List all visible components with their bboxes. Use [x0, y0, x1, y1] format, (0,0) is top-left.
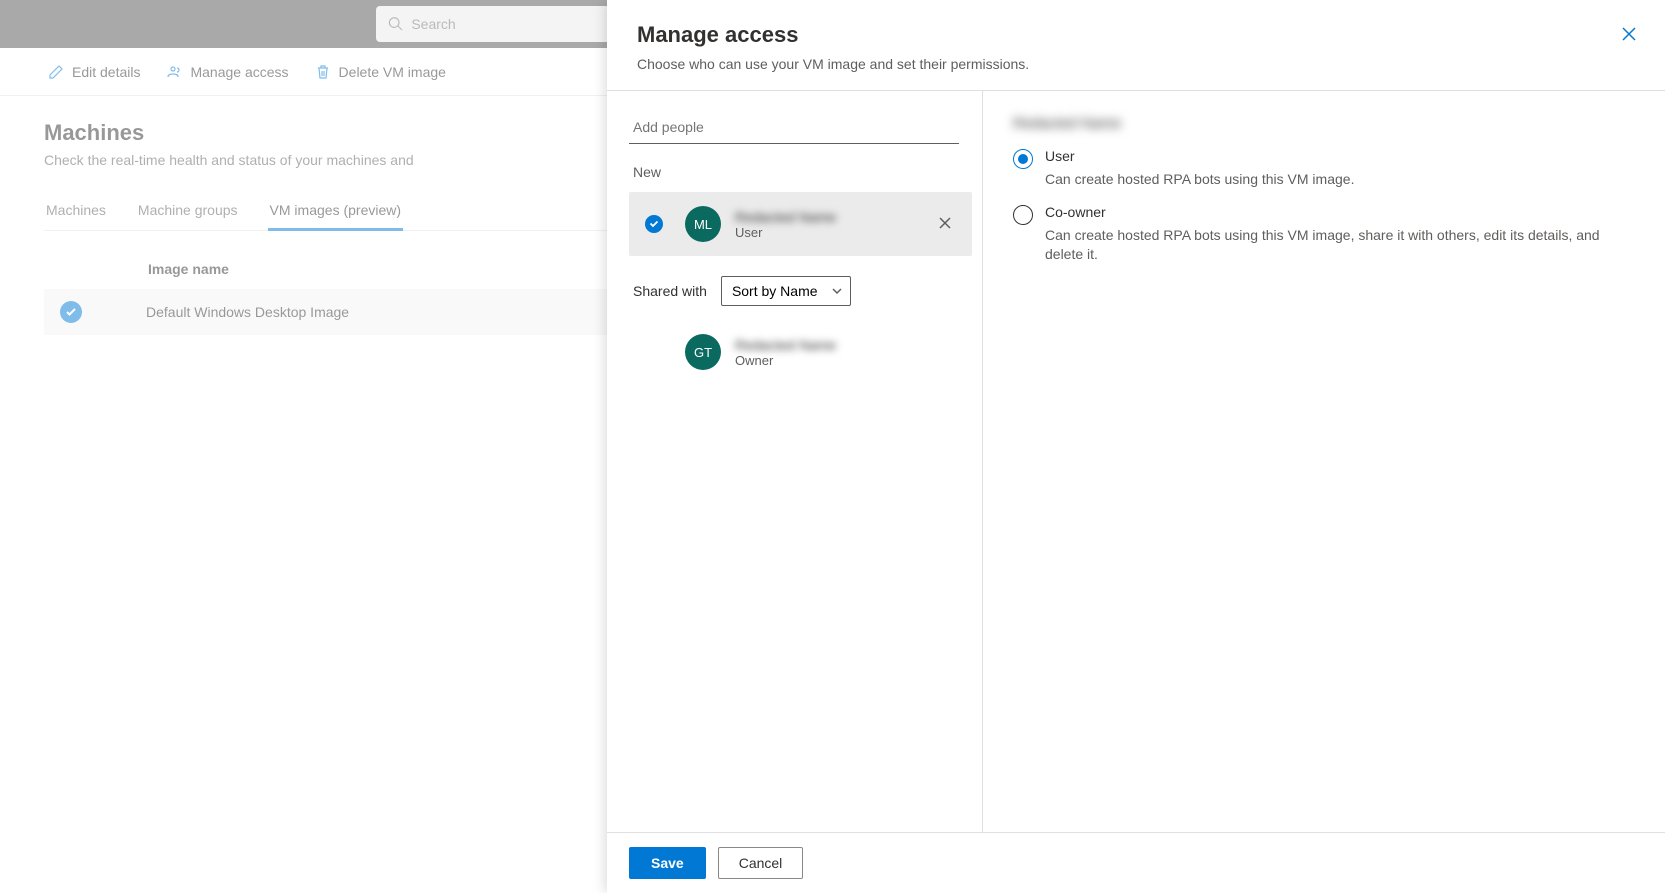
- save-button[interactable]: Save: [629, 847, 706, 879]
- avatar: ML: [685, 206, 721, 242]
- permission-description: Can create hosted RPA bots using this VM…: [1045, 170, 1635, 190]
- permission-option-coowner[interactable]: Co-owner Can create hosted RPA bots usin…: [1013, 204, 1635, 265]
- delete-vm-image-button[interactable]: Delete VM image: [311, 58, 450, 86]
- close-icon: [938, 216, 952, 230]
- permission-label: Co-owner: [1045, 204, 1635, 220]
- panel-header: Manage access Choose who can use your VM…: [607, 0, 1665, 91]
- people-icon: [166, 64, 182, 80]
- row-check-icon[interactable]: [60, 301, 82, 323]
- panel-subtitle: Choose who can use your VM image and set…: [637, 56, 1635, 72]
- new-section-label: New: [629, 164, 972, 180]
- add-people-input[interactable]: [629, 111, 959, 144]
- close-icon: [1621, 26, 1637, 42]
- panel-title: Manage access: [637, 22, 1635, 48]
- remove-person-button[interactable]: [934, 212, 956, 237]
- manage-access-button[interactable]: Manage access: [162, 58, 292, 86]
- manage-access-panel: Manage access Choose who can use your VM…: [607, 0, 1665, 893]
- permission-label: User: [1045, 148, 1635, 164]
- permission-description: Can create hosted RPA bots using this VM…: [1045, 226, 1635, 265]
- edit-details-label: Edit details: [72, 64, 140, 80]
- person-name: Redacted Name: [735, 209, 934, 225]
- trash-icon: [315, 64, 331, 80]
- shared-person-row[interactable]: GT Redacted Name Owner: [629, 320, 972, 384]
- radio-user[interactable]: [1013, 149, 1033, 169]
- new-person-row[interactable]: ML Redacted Name User: [629, 192, 972, 256]
- person-role: Owner: [735, 353, 956, 368]
- shared-with-label: Shared with: [633, 283, 707, 299]
- tab-vm-images[interactable]: VM images (preview): [268, 192, 403, 231]
- person-role: User: [735, 225, 934, 240]
- tab-machine-groups[interactable]: Machine groups: [136, 192, 240, 231]
- permission-option-user[interactable]: User Can create hosted RPA bots using th…: [1013, 148, 1635, 190]
- sort-by-select[interactable]: Sort by Name: [721, 276, 851, 306]
- panel-right: Redacted Name User Can create hosted RPA…: [983, 91, 1665, 832]
- person-name: Redacted Name: [735, 337, 956, 353]
- person-info: Redacted Name User: [735, 209, 934, 240]
- shared-with-row: Shared with Sort by Name: [633, 276, 972, 306]
- radio-coowner[interactable]: [1013, 205, 1033, 225]
- manage-access-label: Manage access: [190, 64, 288, 80]
- panel-body: New ML Redacted Name User Shared with: [607, 91, 1665, 832]
- panel-footer: Save Cancel: [607, 832, 1665, 893]
- selected-person-name: Redacted Name: [1013, 115, 1635, 132]
- delete-vm-image-label: Delete VM image: [339, 64, 446, 80]
- person-info: Redacted Name Owner: [735, 337, 956, 368]
- pencil-icon: [48, 64, 64, 80]
- close-button[interactable]: [1617, 22, 1641, 49]
- cancel-button[interactable]: Cancel: [718, 847, 804, 879]
- search-icon: [388, 16, 403, 32]
- edit-details-button[interactable]: Edit details: [44, 58, 144, 86]
- image-name-cell: Default Windows Desktop Image: [146, 304, 349, 320]
- panel-left: New ML Redacted Name User Shared with: [607, 91, 983, 832]
- person-selected-icon: [645, 215, 663, 233]
- avatar: GT: [685, 334, 721, 370]
- tab-machines[interactable]: Machines: [44, 192, 108, 231]
